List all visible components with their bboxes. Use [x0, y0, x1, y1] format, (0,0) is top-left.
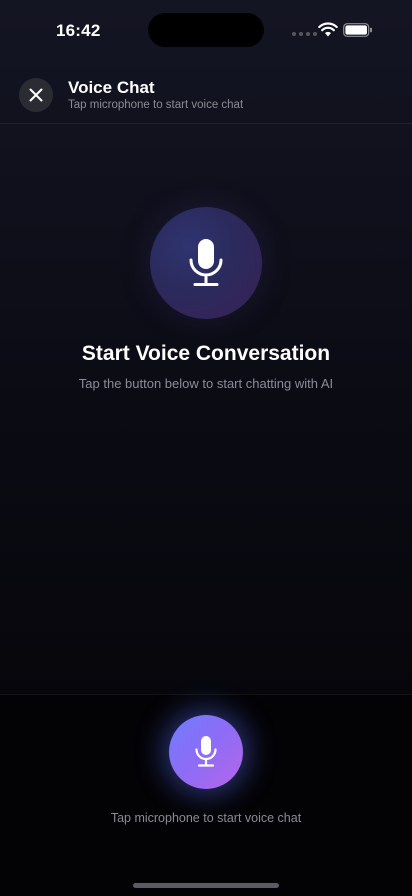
page-subtitle: Tap microphone to start voice chat [68, 99, 244, 111]
status-bar: 16:42 [0, 0, 412, 60]
hero-microphone-badge [150, 207, 262, 319]
microphone-button[interactable] [169, 715, 243, 789]
microphone-icon [195, 736, 217, 767]
hero-title: Start Voice Conversation [81, 342, 331, 365]
status-time: 16:42 [56, 21, 101, 40]
page-title: Voice Chat [68, 78, 155, 97]
bottom-panel: Tap microphone to start voice chat [0, 694, 412, 896]
wifi-icon [318, 22, 338, 37]
header: Voice Chat Tap microphone to start voice… [0, 62, 412, 124]
close-button[interactable] [19, 78, 53, 112]
home-indicator[interactable] [133, 883, 279, 888]
microphone-icon [189, 239, 223, 286]
signal-dots-icon [292, 32, 317, 36]
battery-icon [343, 23, 372, 37]
close-icon [29, 88, 43, 102]
microphone-hint: Tap microphone to start voice chat [110, 811, 302, 825]
dynamic-island [148, 13, 264, 47]
hero-subtitle: Tap the button below to start chatting w… [78, 376, 334, 391]
